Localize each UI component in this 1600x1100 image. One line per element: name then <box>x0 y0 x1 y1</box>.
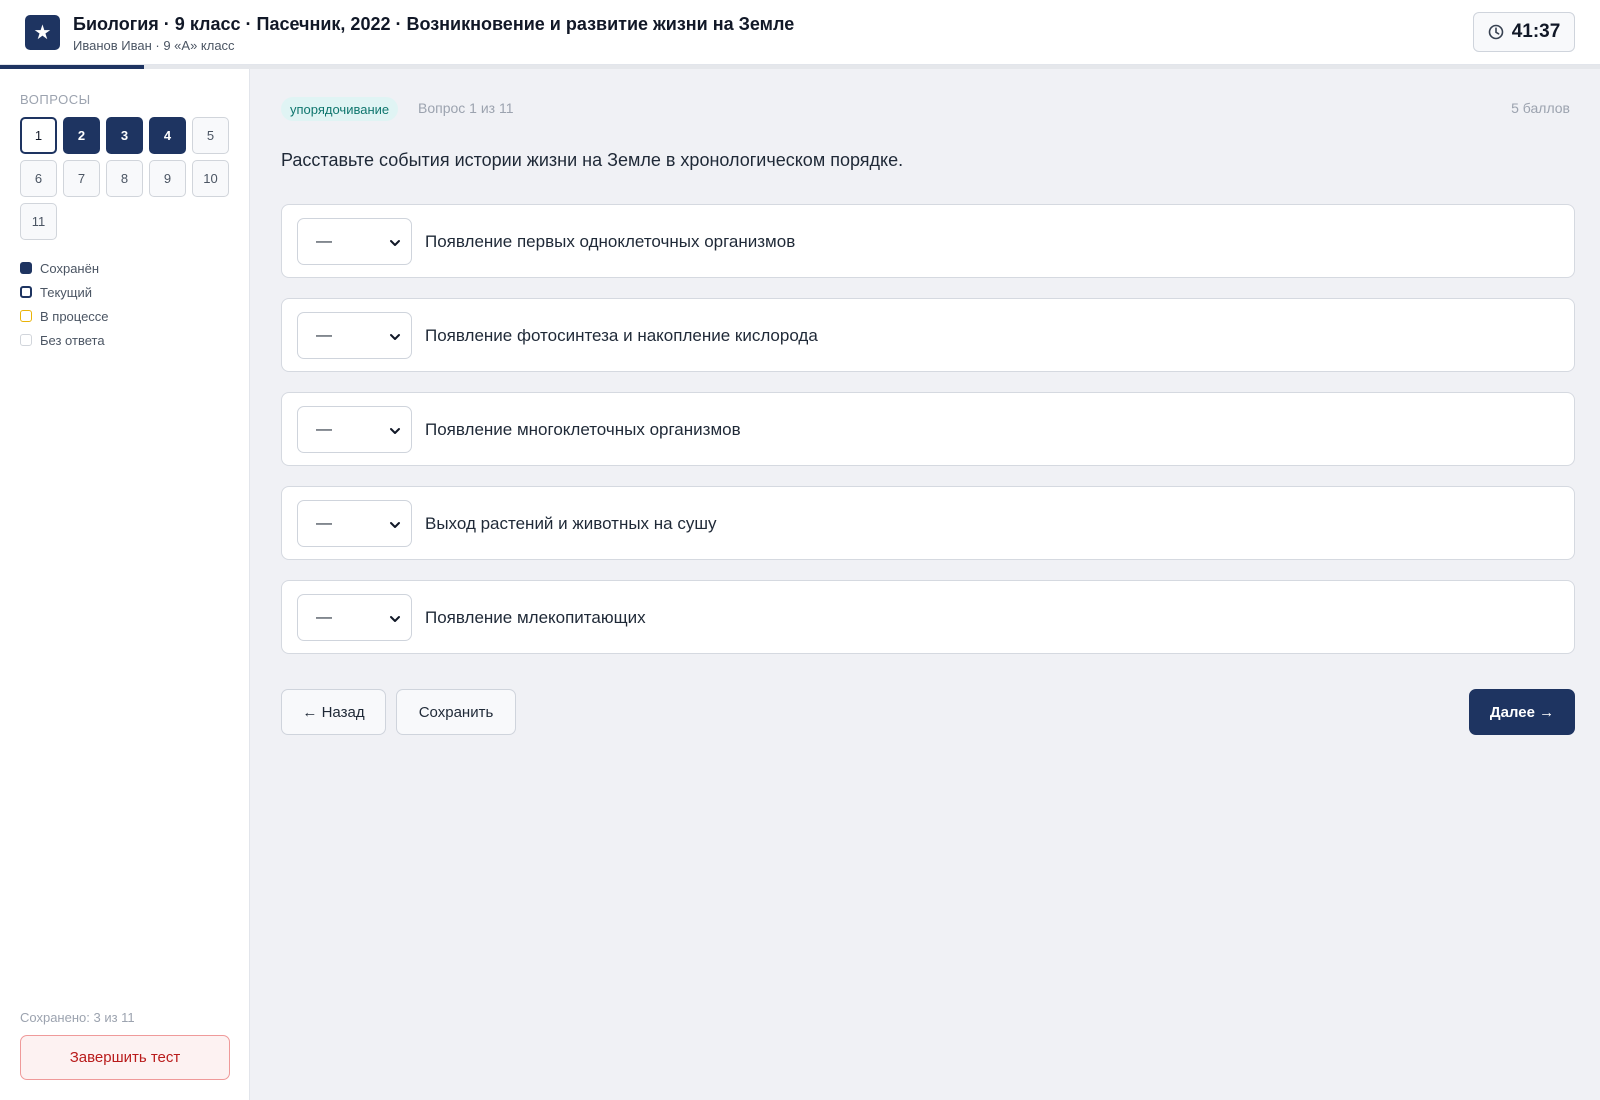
question-panel: упорядочивание Вопрос 1 из 11 5 баллов Р… <box>250 69 1600 1100</box>
page-title: Биология · 9 класс · Пасечник, 2022 · Во… <box>73 14 795 34</box>
order-select[interactable]: — <box>297 218 412 265</box>
order-select[interactable]: — <box>297 500 412 547</box>
question-nav-button[interactable]: 8 <box>106 160 143 197</box>
question-nav-button[interactable]: 5 <box>192 117 229 154</box>
question-number: Вопрос 1 из 11 <box>418 100 514 116</box>
chevron-down-icon <box>389 330 401 348</box>
question-nav-button[interactable]: 1 <box>20 117 57 154</box>
no-answer-swatch-icon <box>20 334 32 346</box>
sidebar: Вопросы 1 2 3 4 5 6 7 8 9 10 11 Сохранён Текущий В… <box>0 69 250 1100</box>
ordering-item: — Выход растений и животных на сушу <box>281 486 1575 560</box>
question-nav-button[interactable]: 3 <box>106 117 143 154</box>
legend-item-current: Текущий <box>20 280 109 304</box>
save-button[interactable]: Сохранить <box>396 689 516 735</box>
in-progress-swatch-icon <box>20 310 32 322</box>
question-nav-button[interactable]: 11 <box>20 203 57 240</box>
legend-label: Сохранён <box>40 260 100 276</box>
ordering-list: — Появление первых одноклеточных организ… <box>281 204 1575 674</box>
question-nav-button[interactable]: 7 <box>63 160 100 197</box>
ordering-item-label: Появление фотосинтеза и накопление кисло… <box>425 326 818 345</box>
question-nav-button[interactable]: 4 <box>149 117 186 154</box>
star-logo-icon: ★ <box>25 15 60 50</box>
legend-label: Без ответа <box>40 332 105 348</box>
question-points: 5 баллов <box>1511 100 1570 116</box>
legend-item-no-answer: Без ответа <box>20 328 109 352</box>
timer-widget: 41:37 <box>1473 12 1575 52</box>
current-swatch-icon <box>20 286 32 298</box>
order-select-value: — <box>316 514 332 532</box>
back-button[interactable]: ← Назад <box>281 689 386 735</box>
legend-label: Текущий <box>40 284 92 300</box>
clock-icon <box>1488 24 1504 40</box>
ordering-item: — Появление фотосинтеза и накопление кис… <box>281 298 1575 372</box>
timer-value: 41:37 <box>1511 21 1561 42</box>
order-select-value: — <box>316 420 332 438</box>
order-select[interactable]: — <box>297 312 412 359</box>
question-nav-button[interactable]: 2 <box>63 117 100 154</box>
question-actions: ← Назад Сохранить Далее → <box>281 689 1575 735</box>
order-select-value: — <box>316 232 332 250</box>
finish-test-button[interactable]: Завершить тест <box>20 1035 230 1080</box>
question-type-badge: упорядочивание <box>281 97 399 121</box>
question-nav-button[interactable]: 9 <box>149 160 186 197</box>
legend: Сохранён Текущий В процессе Без ответа <box>20 256 109 352</box>
chevron-down-icon <box>389 236 401 254</box>
student-info: Иванов Иван · 9 «А» класс <box>73 38 235 53</box>
ordering-item: — Появление многоклеточных организмов <box>281 392 1575 466</box>
app-header: ★ Биология · 9 класс · Пасечник, 2022 · … <box>0 0 1600 65</box>
chevron-down-icon <box>389 518 401 536</box>
order-select[interactable]: — <box>297 594 412 641</box>
question-navigator: 1 2 3 4 5 6 7 8 9 10 11 <box>20 117 240 240</box>
sidebar-heading: Вопросы <box>20 92 91 107</box>
chevron-down-icon <box>389 612 401 630</box>
ordering-item-label: Появление первых одноклеточных организмо… <box>425 232 796 251</box>
saved-count: Сохранено: 3 из 11 <box>20 1010 135 1025</box>
next-button[interactable]: Далее → <box>1469 689 1575 735</box>
legend-item-in-progress: В процессе <box>20 304 109 328</box>
legend-item-saved: Сохранён <box>20 256 109 280</box>
order-select-value: — <box>316 326 332 344</box>
legend-label: В процессе <box>40 308 109 324</box>
saved-swatch-icon <box>20 262 32 274</box>
question-text: Расставьте события истории жизни на Земл… <box>281 150 904 170</box>
ordering-item-label: Появление млекопитающих <box>425 608 646 627</box>
order-select-value: — <box>316 608 332 626</box>
ordering-item-label: Выход растений и животных на сушу <box>425 514 717 533</box>
ordering-item-label: Появление многоклеточных организмов <box>425 420 741 439</box>
ordering-item: — Появление первых одноклеточных организ… <box>281 204 1575 278</box>
chevron-down-icon <box>389 424 401 442</box>
question-nav-button[interactable]: 10 <box>192 160 229 197</box>
ordering-item: — Появление млекопитающих <box>281 580 1575 654</box>
order-select[interactable]: — <box>297 406 412 453</box>
question-nav-button[interactable]: 6 <box>20 160 57 197</box>
